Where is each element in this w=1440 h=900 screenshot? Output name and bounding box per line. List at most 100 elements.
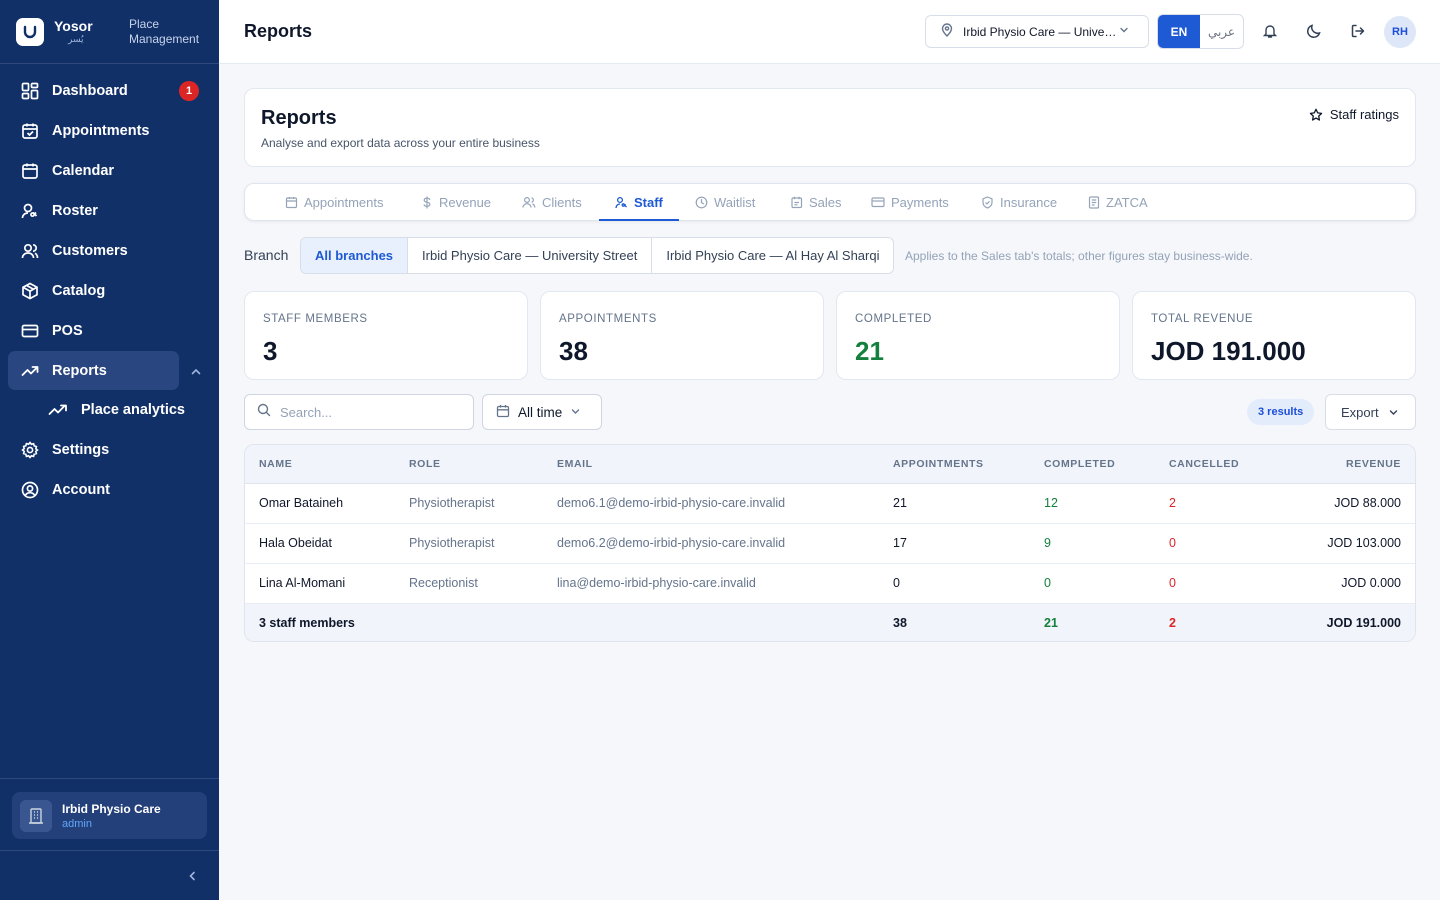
cell-total-appointments: 38 (879, 603, 1030, 641)
sidebar-item-roster[interactable]: Roster (0, 191, 219, 231)
table-header-row: NAME ROLE EMAIL APPOINTMENTS COMPLETED C… (245, 445, 1415, 484)
table-row[interactable]: Omar Bataineh Physiotherapist demo6.1@de… (245, 483, 1415, 524)
table-total-row: 3 staff members 38 21 2 JOD 191.000 (245, 603, 1415, 641)
tab-waitlist[interactable]: Waitlist (695, 184, 755, 220)
column-header-completed[interactable]: COMPLETED (1030, 445, 1155, 484)
chevron-down-icon (1118, 24, 1130, 39)
bell-icon[interactable] (1261, 22, 1279, 40)
org-role: admin (62, 817, 92, 830)
shield-check-icon (981, 195, 994, 209)
cell-completed: 9 (1030, 523, 1155, 564)
branch-note: Applies to the Sales tab's totals; other… (905, 249, 1253, 263)
users-icon (20, 241, 40, 261)
users-icon (522, 196, 536, 209)
tab-insurance[interactable]: Insurance (981, 184, 1057, 220)
sidebar-item-place-analytics[interactable]: Place analytics (0, 390, 219, 430)
tab-label: Appointments (304, 194, 384, 210)
logout-icon[interactable] (1349, 22, 1367, 40)
place-select[interactable]: Irbid Physio Care — University Street (925, 15, 1149, 48)
sidebar-item-customers[interactable]: Customers (0, 231, 219, 271)
brand-subtitle: Place Management (129, 16, 200, 46)
chevron-left-icon[interactable] (187, 869, 197, 887)
sidebar-item-appointments[interactable]: Appointments (0, 111, 219, 151)
cell-email: lina@demo-irbid-physio-care.invalid (543, 563, 879, 604)
place-select-value: Irbid Physio Care — University Street (963, 24, 1118, 39)
tab-clients[interactable]: Clients (522, 184, 582, 220)
reports-header-card: Reports Analyse and export data across y… (244, 88, 1416, 167)
tab-label: Clients (542, 194, 582, 210)
column-header-email[interactable]: EMAIL (543, 445, 879, 484)
branch-option-al-hay-al-sharqi[interactable]: Irbid Physio Care — Al Hay Al Sharqi (652, 238, 893, 273)
export-button[interactable]: Export (1325, 394, 1416, 430)
stat-label: STAFF MEMBERS (263, 313, 368, 325)
cell-revenue: JOD 103.000 (1285, 523, 1415, 564)
sidebar-item-label: Dashboard (52, 83, 128, 99)
dashboard-icon (20, 81, 40, 101)
gear-icon (20, 440, 40, 460)
tab-zatca[interactable]: ZATCA (1088, 184, 1148, 220)
tab-sales[interactable]: Sales (790, 184, 842, 220)
sidebar-item-label: Place analytics (81, 402, 185, 418)
brand-logo-icon[interactable] (16, 17, 44, 46)
tab-revenue[interactable]: Revenue (421, 184, 491, 220)
chevron-up-icon[interactable] (189, 365, 203, 379)
org-switcher[interactable]: Irbid Physio Care admin (12, 792, 207, 839)
cell-empty (543, 603, 879, 641)
tab-label: Revenue (439, 194, 492, 210)
branch-option-university-street[interactable]: Irbid Physio Care — University Street (408, 238, 653, 273)
tab-label: Insurance (1000, 194, 1058, 210)
staff-ratings-button[interactable]: Staff ratings (1309, 107, 1399, 122)
trending-up-icon (20, 361, 40, 381)
column-header-appointments[interactable]: APPOINTMENTS (879, 445, 1030, 484)
stat-card-appointments: APPOINTMENTS 38 (540, 291, 824, 380)
sidebar-item-catalog[interactable]: Catalog (0, 271, 219, 311)
column-header-role[interactable]: ROLE (395, 445, 543, 484)
search-icon (257, 403, 271, 422)
moon-icon[interactable] (1305, 22, 1323, 40)
sidebar-nav: Dashboard 1 Appointments Calendar Roster… (0, 64, 219, 510)
cell-cancelled: 0 (1155, 523, 1285, 564)
cell-appointments: 0 (879, 563, 1030, 604)
column-header-name[interactable]: NAME (245, 445, 395, 484)
lang-en-button[interactable]: EN (1158, 15, 1200, 48)
sidebar-item-reports[interactable]: Reports (8, 351, 179, 390)
date-range-select[interactable]: All time (482, 394, 602, 430)
user-avatar[interactable]: RH (1384, 16, 1416, 48)
column-header-cancelled[interactable]: CANCELLED (1155, 445, 1285, 484)
table-row[interactable]: Hala Obeidat Physiotherapist demo6.2@dem… (245, 523, 1415, 564)
calendar-check-icon (20, 121, 40, 141)
trending-up-icon (48, 401, 70, 419)
stat-value: JOD 191.000 (1151, 336, 1306, 366)
tab-staff[interactable]: Staff (599, 184, 679, 221)
stat-card-completed: COMPLETED 21 (836, 291, 1120, 380)
dollar-icon (421, 195, 433, 209)
sidebar-item-settings[interactable]: Settings (0, 430, 219, 470)
tab-payments[interactable]: Payments (871, 184, 949, 220)
report-tabs: Appointments Revenue Clients Staff Waitl… (244, 183, 1416, 221)
column-header-revenue[interactable]: REVENUE (1285, 445, 1415, 484)
cell-total-completed: 21 (1030, 603, 1155, 641)
sidebar-item-account[interactable]: Account (0, 470, 219, 510)
user-key-icon (615, 196, 628, 209)
reports-title: Reports (261, 107, 337, 129)
stat-card-staff-members: STAFF MEMBERS 3 (244, 291, 528, 380)
staff-table: NAME ROLE EMAIL APPOINTMENTS COMPLETED C… (244, 444, 1416, 642)
sidebar-item-pos[interactable]: POS (0, 311, 219, 351)
cell-name: Lina Al-Momani (245, 563, 395, 604)
chevron-down-icon (570, 405, 581, 420)
sidebar-item-label: Account (52, 482, 110, 498)
cell-role: Receptionist (395, 563, 543, 604)
sidebar-item-label: Settings (52, 442, 110, 458)
receipt-icon (790, 196, 803, 209)
sidebar-item-calendar[interactable]: Calendar (0, 151, 219, 191)
branch-option-all[interactable]: All branches (301, 238, 409, 273)
sidebar-item-dashboard[interactable]: Dashboard 1 (0, 71, 219, 111)
results-count-badge: 3 results (1247, 399, 1315, 425)
lang-ar-button[interactable]: عربي (1200, 15, 1243, 48)
document-icon (1088, 195, 1100, 209)
stat-value: 3 (263, 336, 278, 366)
table-row[interactable]: Lina Al-Momani Receptionist lina@demo-ir… (245, 563, 1415, 604)
search-input[interactable] (280, 404, 460, 420)
tab-appointments[interactable]: Appointments (285, 184, 384, 220)
cell-appointments: 21 (879, 483, 1030, 524)
